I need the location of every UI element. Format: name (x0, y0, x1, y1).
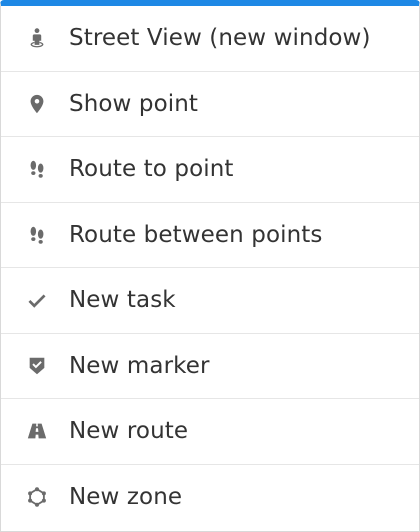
menu-item-new-task[interactable]: New task (1, 268, 419, 334)
street-view-icon (24, 25, 50, 51)
menu-item-new-marker[interactable]: New marker (1, 334, 419, 399)
menu-item-label: Route between points (69, 221, 323, 248)
menu-item-label: New marker (69, 352, 210, 379)
menu-item-label: New task (69, 287, 176, 314)
menu-item-new-zone[interactable]: New zone (1, 465, 419, 531)
check-icon (24, 287, 50, 313)
menu-item-label: Show point (69, 90, 199, 117)
menu-item-route-to-point[interactable]: Route to point (1, 137, 419, 203)
footprints-icon (24, 222, 50, 248)
footprints-icon (24, 156, 50, 182)
map-marker-icon (24, 91, 50, 117)
context-menu: Street View (new window) Show point Rout… (0, 0, 420, 532)
road-icon (24, 418, 50, 444)
menu-item-show-point[interactable]: Show point (1, 72, 419, 137)
menu-item-label: Street View (new window) (69, 25, 371, 52)
menu-item-route-between-points[interactable]: Route between points (1, 203, 419, 268)
menu-item-label: Route to point (69, 156, 234, 183)
menu-item-label: New zone (69, 484, 183, 511)
menu-item-new-route[interactable]: New route (1, 399, 419, 465)
polygon-icon (24, 484, 50, 510)
shield-check-icon (24, 353, 50, 379)
menu-item-label: New route (69, 418, 189, 445)
menu-item-street-view[interactable]: Street View (new window) (1, 6, 419, 72)
